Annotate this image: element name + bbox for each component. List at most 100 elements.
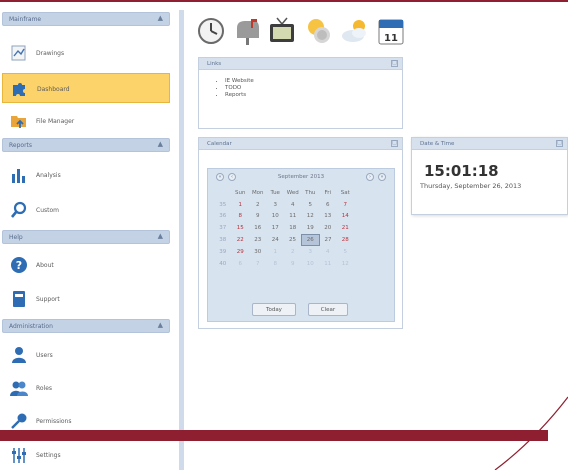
chevron-up-icon[interactable]: ▲ [158,321,163,329]
calendar-day[interactable]: 28 [337,234,355,246]
calendar-day[interactable]: 17 [267,222,285,234]
calendar-day[interactable]: 23 [249,234,267,246]
calendar-day[interactable]: 7 [337,199,355,211]
sidebar-item-label: Dashboard [37,86,70,93]
chevron-up-icon[interactable]: ▲ [158,140,163,148]
calendar-day[interactable]: 19 [302,222,320,234]
calendar-day[interactable]: 1 [232,199,250,211]
calendar-day[interactable]: 8 [232,211,250,223]
sidebar-item-drawings[interactable]: Drawings [2,38,170,68]
search-icon [10,201,27,218]
links-panel-header[interactable]: Links □ [199,58,402,70]
section-header-reports[interactable]: Reports ▲ [2,138,170,152]
sidebar-item-label: About [36,262,54,269]
calendar-day[interactable]: 12 [302,211,320,223]
chevron-up-icon[interactable]: ▲ [158,232,163,240]
calendar-day[interactable]: 25 [284,234,302,246]
calendar-day[interactable]: 5 [337,246,355,258]
next-year-icon[interactable]: » [378,173,386,181]
next-month-icon[interactable]: › [366,173,374,181]
key-icon [11,413,27,429]
calendar-day[interactable]: 12 [337,258,355,270]
calendar-day[interactable]: 29 [232,246,250,258]
calendar-icon[interactable]: 11 [376,16,406,46]
sidebar-item-label: Drawings [36,50,65,57]
weekday-row: Sun Mon Tue Wed Thu Fri Sat [214,187,354,199]
calendar-day[interactable]: 13 [319,211,337,223]
sidebar-item-dashboard[interactable]: Dashboard [2,73,170,103]
week-number: 37 [219,225,227,232]
calendar-day[interactable]: 30 [249,246,267,258]
weekday-label: Sun [235,189,246,196]
calendar-day[interactable]: 10 [302,258,320,270]
support-book-icon [13,291,25,307]
notes-icon[interactable] [304,16,334,46]
calendar-day[interactable]: 16 [249,222,267,234]
clock-icon[interactable] [196,16,226,46]
calendar-day[interactable]: 1 [267,246,285,258]
calendar-day[interactable]: 4 [284,199,302,211]
sidebar-item-file-manager[interactable]: File Manager [2,106,170,136]
calendar-day[interactable]: 9 [249,211,267,223]
user-icon [12,347,26,363]
calendar-day[interactable]: 24 [267,234,285,246]
calendar-day[interactable]: 2 [284,246,302,258]
sidebar-item-custom[interactable]: Custom [2,195,170,225]
pin-icon[interactable]: □ [391,60,398,67]
calendar-day[interactable]: 20 [319,222,337,234]
calendar-day[interactable]: 11 [319,258,337,270]
panel-title: Links [207,61,222,67]
sidebar-item-about[interactable]: ? About [2,250,170,280]
datetime-panel-header[interactable]: Date & Time □ [412,138,567,150]
week-number: 38 [219,237,227,244]
sidebar-item-settings[interactable]: Settings [2,440,170,470]
chevron-up-icon[interactable]: ▲ [158,14,163,22]
link-item[interactable]: IE Website [225,78,402,85]
calendar-day[interactable]: 5 [302,199,320,211]
pin-icon[interactable]: □ [391,140,398,147]
calendar-day[interactable]: 15 [232,222,250,234]
calendar-day[interactable]: 10 [267,211,285,223]
weekday-label: Sat [340,189,350,196]
calendar-day[interactable]: 2 [249,199,267,211]
calendar-day[interactable]: 26 [301,233,320,247]
calendar-day[interactable]: 9 [284,258,302,270]
link-item[interactable]: Reports [225,92,402,99]
calendar-day[interactable]: 27 [319,234,337,246]
calendar-day[interactable]: 6 [232,258,250,270]
clear-button[interactable]: Clear [308,303,348,316]
sidebar-item-users[interactable]: Users [2,340,170,370]
mailbox-icon[interactable] [232,16,262,46]
section-header-administration[interactable]: Administration ▲ [2,319,170,333]
section-title: Mainframe [9,16,42,23]
calendar-day[interactable]: 22 [232,234,250,246]
sidebar-item-support[interactable]: Support [2,284,170,314]
calendar-weeks: 35 1 2 3 4 5 6 7 36 8 9 10 11 12 13 14 37 15 16 17 18 19 20 21 3… [214,199,354,270]
calendar-day[interactable]: 21 [337,222,355,234]
datetime-panel: Date & Time □ 15:01:18 Thursday, Septemb… [411,137,568,215]
sidebar-splitter[interactable] [179,10,184,470]
today-button[interactable]: Today [252,303,296,316]
sidebar-item-label: Users [36,352,53,359]
calendar-day[interactable]: 6 [319,199,337,211]
sidebar-item-roles[interactable]: Roles [2,373,170,403]
section-header-help[interactable]: Help ▲ [2,230,170,244]
calendar-day[interactable]: 4 [319,246,337,258]
folder-upload-icon [11,116,26,128]
calendar-day[interactable]: 8 [267,258,285,270]
weather-icon[interactable] [340,16,370,46]
sidebar-item-analysis[interactable]: Analysis [2,160,170,190]
calendar-day[interactable]: 14 [337,211,355,223]
tv-icon[interactable] [267,16,297,46]
calendar-day[interactable]: 3 [267,199,285,211]
link-item[interactable]: TODO [225,85,402,92]
section-header-mainframe[interactable]: Mainframe ▲ [2,12,170,26]
calendar-day[interactable]: 7 [249,258,267,270]
calendar-panel-header[interactable]: Calendar □ [199,138,402,150]
week-number: 35 [219,201,227,208]
calendar-day[interactable]: 18 [284,222,302,234]
calendar-day[interactable]: 3 [302,246,320,258]
calendar-grid: Sun Mon Tue Wed Thu Fri Sat 35 1 2 3 4 5 6 7 36 8… [214,187,354,270]
pin-icon[interactable]: □ [556,140,563,147]
calendar-day[interactable]: 11 [284,211,302,223]
